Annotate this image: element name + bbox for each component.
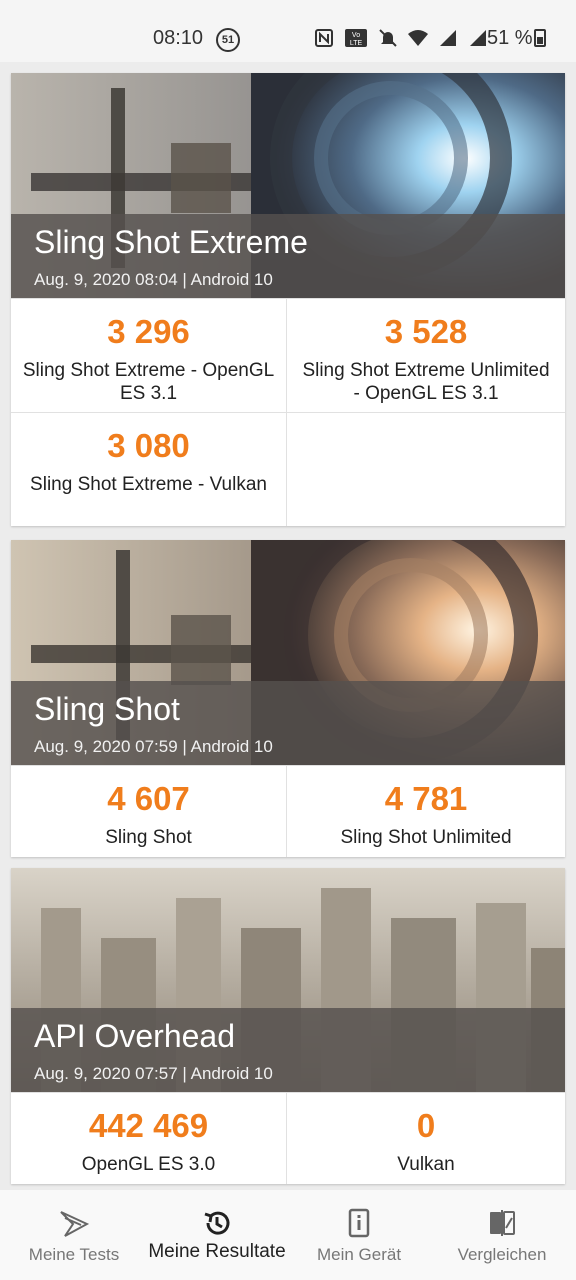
benchmark-title: Sling Shot: [34, 691, 180, 727]
score-grid: 442 469 OpenGL ES 3.0 0 Vulkan: [11, 1092, 565, 1184]
benchmark-banner: Sling Shot Extreme Aug. 9, 2020 08:04 | …: [11, 73, 565, 298]
score-value: 3 528: [384, 313, 468, 350]
history-icon: [204, 1211, 230, 1235]
score-grid: 3 296 Sling Shot Extreme - OpenGL ES 3.1…: [11, 298, 565, 526]
result-card-sling-shot-extreme[interactable]: Sling Shot Extreme Aug. 9, 2020 08:04 | …: [11, 73, 565, 526]
score-label: OpenGL ES 3.0: [81, 1154, 216, 1175]
clock: 08:10: [153, 27, 204, 49]
compare-icon: [490, 1210, 515, 1236]
nav-label: Mein Gerät: [316, 1245, 402, 1264]
result-card-api-overhead[interactable]: API Overhead Aug. 9, 2020 07:57 | Androi…: [11, 868, 565, 1184]
nav-vergleichen[interactable]: Vergleichen: [430, 1190, 574, 1280]
battery-icon: [534, 29, 546, 47]
benchmark-date: Aug. 9, 2020 08:04 | Android 10: [34, 270, 273, 289]
score-label: Sling Shot Extreme - Vulkan: [30, 474, 267, 495]
3dmark-logo-icon: [60, 1211, 89, 1237]
score-cell[interactable]: 0 Vulkan: [287, 1092, 565, 1184]
score-cell[interactable]: 3 528 Sling Shot Extreme Unlimited - Ope…: [287, 298, 565, 412]
score-value: 0: [416, 1107, 436, 1144]
nav-meine-resultate[interactable]: Meine Resultate: [145, 1190, 289, 1280]
notification-count-badge: 51: [216, 28, 240, 52]
device-info-icon: [348, 1208, 370, 1238]
empty-score-cell: [287, 412, 565, 526]
nav-meine-tests[interactable]: Meine Tests: [2, 1190, 146, 1280]
score-grid: 4 607 Sling Shot 4 781 Sling Shot Unlimi…: [11, 765, 565, 857]
score-value: 4 781: [384, 780, 468, 817]
score-label: Sling Shot Unlimited: [340, 827, 512, 848]
score-value: 3 296: [107, 313, 190, 350]
score-value: 4 607: [107, 780, 190, 817]
nav-label: Meine Tests: [28, 1245, 120, 1264]
battery-percent: 51 %: [487, 27, 533, 49]
score-value: 442 469: [88, 1107, 209, 1144]
mute-icon: [379, 29, 397, 47]
benchmark-date: Aug. 9, 2020 07:57 | Android 10: [34, 1064, 273, 1083]
volte-icon: Vo LTE: [345, 29, 367, 47]
score-value: 3 080: [107, 427, 190, 464]
svg-text:Vo: Vo: [352, 32, 360, 39]
score-label: Sling Shot: [105, 827, 192, 848]
svg-text:LTE: LTE: [350, 40, 363, 47]
nfc-icon: [315, 29, 333, 47]
score-cell[interactable]: 4 607 Sling Shot: [11, 765, 287, 857]
status-bar: 08:10 51 Vo LTE 51 %: [0, 0, 576, 62]
banner-caption: API Overhead Aug. 9, 2020 07:57 | Androi…: [11, 1008, 565, 1092]
score-cell[interactable]: 3 080 Sling Shot Extreme - Vulkan: [11, 412, 287, 526]
score-label: Vulkan: [397, 1154, 455, 1175]
nav-label: Vergleichen: [457, 1245, 547, 1264]
banner-caption: Sling Shot Aug. 9, 2020 07:59 | Android …: [11, 681, 565, 765]
benchmark-title: Sling Shot Extreme: [34, 224, 308, 260]
benchmark-banner: Sling Shot Aug. 9, 2020 07:59 | Android …: [11, 540, 565, 765]
banner-caption: Sling Shot Extreme Aug. 9, 2020 08:04 | …: [11, 214, 565, 298]
signal-icon: [440, 30, 456, 46]
signal-icon: [470, 30, 486, 46]
score-label: Sling Shot Extreme - OpenGL ES 3.1: [22, 360, 275, 404]
score-cell[interactable]: 4 781 Sling Shot Unlimited: [287, 765, 565, 857]
score-cell[interactable]: 3 296 Sling Shot Extreme - OpenGL ES 3.1: [11, 298, 287, 412]
score-label: Sling Shot Extreme Unlimited - OpenGL ES…: [302, 360, 550, 404]
benchmark-title: API Overhead: [34, 1018, 235, 1054]
benchmark-date: Aug. 9, 2020 07:59 | Android 10: [34, 737, 273, 756]
bottom-navigation: Meine Tests Meine Resultate Mein Gerät V…: [0, 1190, 576, 1280]
score-cell[interactable]: 442 469 OpenGL ES 3.0: [11, 1092, 287, 1184]
benchmark-banner: API Overhead Aug. 9, 2020 07:57 | Androi…: [11, 868, 565, 1092]
nav-mein-geraet[interactable]: Mein Gerät: [287, 1190, 431, 1280]
nav-label: Meine Resultate: [148, 1241, 286, 1262]
wifi-icon: [408, 30, 428, 46]
result-card-sling-shot[interactable]: Sling Shot Aug. 9, 2020 07:59 | Android …: [11, 540, 565, 857]
